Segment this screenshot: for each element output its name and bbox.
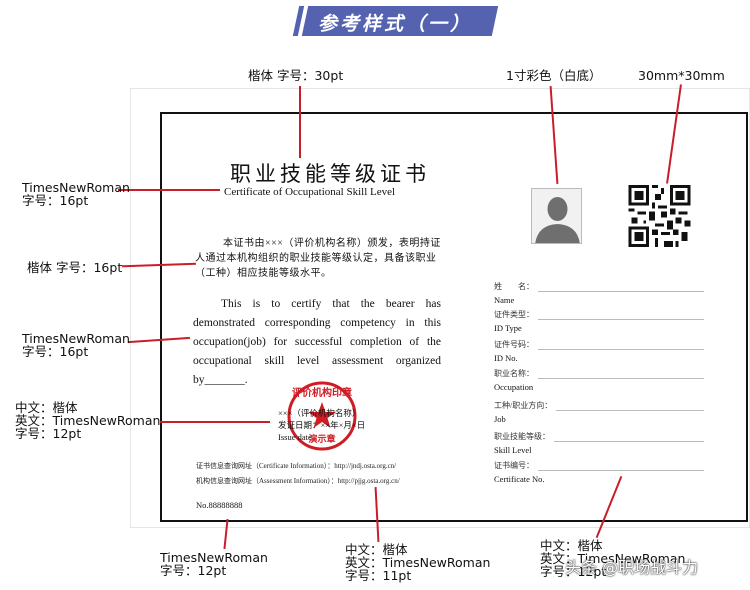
annotation-url-font: 中文：楷体 英文：TimesNewRoman 字号：11pt (345, 543, 490, 582)
field-label-en: ID Type (494, 323, 522, 333)
issuer-name: ×××（评价机构名称） (278, 408, 361, 418)
field-label-cn: 工种/职业方向： (494, 401, 553, 410)
annotation-certno-font: TimesNewRoman 字号：12pt (160, 551, 268, 577)
query-urls: 证书信息查询网址（Certificate Information）：http:/… (196, 459, 400, 489)
field-label-cn: 证件类型： (494, 310, 534, 319)
annotation-title-font: 楷体 字号：30pt (248, 68, 344, 83)
certificate-info-url: 证书信息查询网址（Certificate Information）：http:/… (196, 462, 397, 470)
leader-line (118, 189, 220, 191)
field-label-en: Certificate No. (494, 474, 545, 484)
field-id-type: 证件类型： ID Type (494, 309, 704, 333)
field-certificate-no: 证书编号： Certificate No. (494, 460, 704, 484)
field-label-cn: 证件号码： (494, 340, 534, 349)
field-label-cn: 职业名称： (494, 369, 534, 378)
qr-code (628, 185, 691, 247)
field-label-cn: 证书编号： (494, 461, 534, 470)
field-input-line[interactable] (538, 463, 704, 471)
certificate-number: No.88888888 (196, 500, 243, 510)
field-job: 工种/职业方向： Job (494, 400, 704, 424)
issue-date-en: Issue date (278, 432, 312, 442)
field-label-cn: 姓 名： (494, 282, 534, 291)
field-label-en: Name (494, 295, 515, 305)
annotation-qr: 30mm*30mm (638, 68, 725, 83)
field-id-no: 证件号码： ID No. (494, 339, 704, 363)
annotation-para-cn-font: 楷体 字号：16pt (27, 260, 123, 275)
assessment-info-url: 机构信息查询网址（Assessment Information）：http://… (196, 477, 400, 485)
photo-placeholder (531, 188, 582, 244)
field-label-en: Skill Level (494, 445, 532, 455)
field-input-line[interactable] (538, 312, 704, 320)
field-name: 姓 名： Name (494, 281, 704, 305)
annotation-line: 字号：16pt (22, 193, 89, 208)
issuer-block: ×××（评价机构名称） 发证日期：××年×月×日 Issue date (278, 407, 365, 443)
annotation-line: 字号：11pt (345, 568, 412, 583)
person-silhouette-icon (535, 197, 580, 243)
annotation-para-en-font: TimesNewRoman 字号：16pt (22, 332, 130, 358)
field-input-line[interactable] (538, 342, 704, 350)
certificate-paragraph-cn: 本证书由×××（评价机构名称）颁发，表明持证人通过本机构组织的职业技能等级认定，… (195, 238, 441, 279)
annotation-line: 字号：12pt (15, 426, 82, 441)
watermark: 头条 @职场战斗力 (565, 558, 699, 577)
field-input-line[interactable] (554, 434, 704, 442)
field-label-en: ID No. (494, 353, 518, 363)
svg-text:评价机构印章: 评价机构印章 (292, 386, 352, 399)
field-label-en: Occupation (494, 382, 534, 392)
annotation-line: 字号：12pt (160, 563, 227, 578)
annotation-photo: 1寸彩色（白底） (506, 68, 602, 83)
annotation-issuer-font: 中文：楷体 英文：TimesNewRoman 字号：12pt (15, 401, 160, 440)
annotation-line: 字号：16pt (22, 344, 89, 359)
field-label-en: Job (494, 414, 506, 424)
annotation-subtitle-font: TimesNewRoman 字号：16pt (22, 181, 130, 207)
field-skill-level: 职业技能等级： Skill Level (494, 431, 704, 455)
banner-title: 参考样式（一） (318, 13, 473, 35)
issue-date-cn: 发证日期：××年×月×日 (278, 420, 366, 430)
leader-line (160, 421, 270, 423)
field-occupation: 职业名称： Occupation (494, 368, 704, 392)
certificate-title-cn: 职业技能等级证书 (230, 162, 430, 186)
certificate-title-en: Certificate of Occupational Skill Level (224, 186, 396, 198)
field-label-cn: 职业技能等级： (494, 432, 550, 441)
field-input-line[interactable] (556, 403, 704, 411)
field-input-line[interactable] (538, 284, 704, 292)
certificate-paragraph-en: This is to certify that the bearer has d… (193, 298, 441, 386)
field-input-line[interactable] (538, 371, 704, 379)
leader-line (299, 86, 301, 158)
